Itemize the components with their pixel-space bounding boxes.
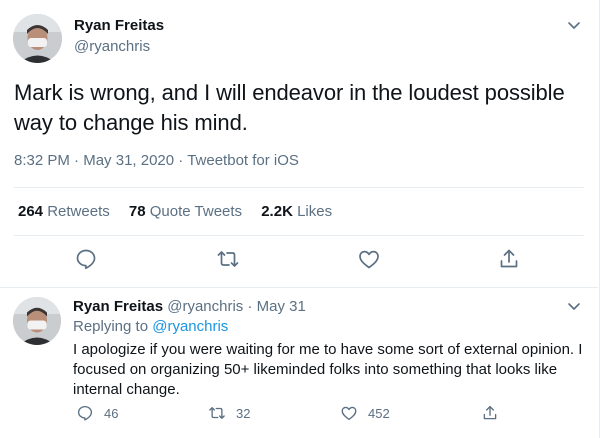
- author-name[interactable]: Ryan Freitas: [73, 298, 163, 315]
- tweet-stats: 264 Retweets 78 Quote Tweets 2.2K Likes: [18, 203, 347, 220]
- like-button[interactable]: 452: [340, 403, 390, 423]
- share-icon: [483, 405, 497, 420]
- quote-tweets-label: Quote Tweets: [149, 203, 243, 220]
- reply-tweet[interactable]: Ryan Freitas @ryanchris · May 31 Replyin…: [0, 288, 598, 438]
- like-count: 452: [368, 405, 390, 421]
- meta-separator: ·: [247, 298, 253, 315]
- divider: [14, 235, 584, 236]
- meta-separator: ·: [74, 152, 80, 169]
- share-button[interactable]: [481, 403, 509, 423]
- reply-header: Ryan Freitas @ryanchris · May 31: [73, 298, 306, 315]
- quote-tweets-count: 78: [128, 203, 146, 220]
- tweet-thread: Ryan Freitas @ryanchris Mark is wrong, a…: [0, 0, 600, 438]
- author-handle[interactable]: @ryanchris: [74, 38, 150, 55]
- avatar-image: [13, 297, 61, 345]
- avatar-image: [13, 14, 62, 63]
- chevron-down-icon[interactable]: [566, 17, 582, 33]
- tweet-date[interactable]: May 31: [257, 298, 306, 315]
- replying-label: Replying to: [73, 318, 149, 335]
- retweet-icon[interactable]: [216, 247, 240, 271]
- reply-text: I apologize if you were waiting for me t…: [73, 341, 583, 398]
- replying-to: Replying to @ryanchris: [73, 318, 228, 335]
- likes-stat[interactable]: 2.2K Likes: [261, 203, 332, 220]
- quote-tweets-stat[interactable]: 78 Quote Tweets: [129, 203, 242, 220]
- reply-icon: [77, 405, 93, 421]
- likes-label: Likes: [297, 203, 333, 220]
- tweet-client[interactable]: Tweetbot for iOS: [187, 152, 299, 169]
- avatar[interactable]: [13, 297, 61, 345]
- author-handle[interactable]: @ryanchris: [167, 298, 243, 315]
- chevron-down-icon[interactable]: [566, 298, 582, 314]
- mention-link[interactable]: @ryanchris: [152, 318, 228, 335]
- reply-button[interactable]: 46: [76, 403, 118, 423]
- like-icon: [341, 406, 357, 421]
- main-tweet: Ryan Freitas @ryanchris Mark is wrong, a…: [0, 0, 598, 287]
- tweet-date[interactable]: May 31, 2020: [83, 152, 174, 169]
- retweets-count: 264: [18, 203, 44, 220]
- reply-count: 46: [104, 405, 119, 421]
- tweet-meta: 8:32 PM · May 31, 2020 · Tweetbot for iO…: [14, 152, 299, 169]
- tweet-time[interactable]: 8:32 PM: [14, 152, 70, 169]
- share-icon[interactable]: [497, 247, 521, 271]
- like-icon[interactable]: [357, 247, 381, 271]
- retweet-count: 32: [236, 405, 251, 421]
- likes-count: 2.2K: [261, 203, 293, 220]
- divider: [14, 187, 584, 188]
- avatar[interactable]: [13, 14, 62, 63]
- retweets-stat[interactable]: 264 Retweets: [18, 203, 110, 220]
- tweet-actions: [0, 247, 598, 277]
- retweet-button[interactable]: 32: [208, 403, 250, 423]
- tweet-text: Mark is wrong, and I will endeavor in th…: [14, 80, 565, 135]
- retweets-label: Retweets: [47, 203, 110, 220]
- author-name[interactable]: Ryan Freitas: [74, 17, 164, 34]
- reply-icon[interactable]: [74, 247, 98, 271]
- retweet-icon: [209, 407, 225, 419]
- meta-separator: ·: [178, 152, 184, 169]
